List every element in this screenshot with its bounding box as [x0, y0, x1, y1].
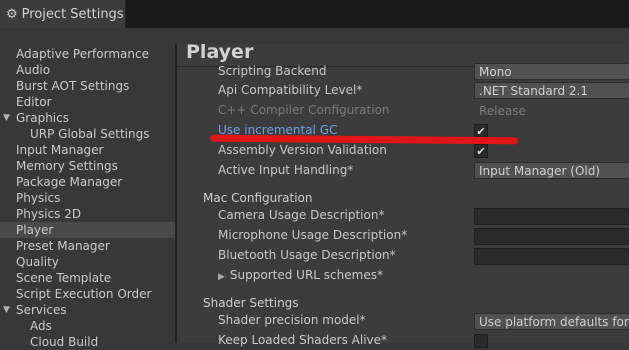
sidebar-item-label: Memory Settings — [16, 159, 118, 173]
sidebar-item-cloud-build[interactable]: Cloud Build — [0, 334, 175, 350]
sidebar-item-label: Input Manager — [16, 143, 104, 157]
keep-loaded-shaders-label: Keep Loaded Shaders Alive* — [218, 333, 388, 347]
sidebar-item-label: Graphics — [16, 111, 69, 125]
sidebar-item-quality[interactable]: Quality — [0, 254, 175, 270]
sidebar-item-player[interactable]: Player — [0, 222, 175, 238]
sidebar-item-physics-2d[interactable]: Physics 2D — [0, 206, 175, 222]
sidebar-item-adaptive-performance[interactable]: Adaptive Performance — [0, 46, 175, 62]
tab-title: Project Settings — [21, 6, 124, 22]
microphone-usage-input[interactable] — [474, 228, 629, 245]
page-title: Player — [186, 41, 254, 63]
sidebar-item-label: Burst AOT Settings — [16, 79, 130, 93]
sidebar-item-editor[interactable]: Editor — [0, 94, 175, 110]
scripting-backend-dropdown[interactable]: Mono — [474, 63, 629, 80]
bluetooth-usage-label: Bluetooth Usage Description* — [218, 248, 396, 262]
sidebar-item-audio[interactable]: Audio — [0, 62, 175, 78]
fold-down-icon[interactable]: ▼ — [3, 302, 10, 318]
sidebar-item-package-manager[interactable]: Package Manager — [0, 174, 175, 190]
chevron-right-icon: ▶ — [218, 272, 225, 282]
sidebar-item-graphics[interactable]: ▼ Graphics — [0, 110, 175, 126]
sidebar-item-label: Ads — [30, 319, 52, 333]
shader-precision-dropdown[interactable]: Use platform defaults for sampler — [474, 313, 629, 330]
mac-config-heading: Mac Configuration — [203, 191, 313, 205]
api-compat-dropdown[interactable]: .NET Standard 2.1 — [474, 82, 629, 99]
sidebar-item-label: Scene Template — [16, 271, 112, 285]
assembly-validation-label: Assembly Version Validation — [218, 143, 387, 157]
toolbar-area — [0, 28, 629, 44]
microphone-usage-label: Microphone Usage Description* — [218, 228, 408, 242]
sidebar-item-ads[interactable]: Ads — [0, 318, 175, 334]
incremental-gc-checkbox[interactable]: ✔ — [474, 124, 488, 138]
project-settings-tab[interactable]: ⚙ Project Settings — [0, 0, 126, 28]
sidebar-item-memory-settings[interactable]: Memory Settings — [0, 158, 175, 174]
bluetooth-usage-input[interactable] — [474, 248, 629, 265]
api-compat-label: Api Compatibility Level* — [218, 83, 363, 97]
assembly-validation-checkbox[interactable]: ✔ — [474, 144, 488, 158]
sidebar-item-label: Preset Manager — [16, 239, 110, 253]
sidebar-item-label: Physics — [16, 191, 61, 205]
gear-icon: ⚙ — [6, 6, 18, 22]
sidebar-item-services[interactable]: ▼ Services — [0, 302, 175, 318]
scripting-backend-label: Scripting Backend — [218, 64, 327, 78]
sidebar-item-physics[interactable]: Physics — [0, 190, 175, 206]
cpp-config-label: C++ Compiler Configuration — [218, 103, 390, 117]
camera-usage-label: Camera Usage Description* — [218, 208, 385, 222]
camera-usage-input[interactable] — [474, 208, 629, 225]
input-handling-dropdown[interactable]: Input Manager (Old) — [474, 162, 629, 179]
sidebar-item-script-execution-order[interactable]: Script Execution Order — [0, 286, 175, 302]
shader-precision-label: Shader precision model* — [218, 313, 366, 327]
sidebar-item-scene-template[interactable]: Scene Template — [0, 270, 175, 286]
sidebar-item-label: URP Global Settings — [30, 127, 150, 141]
sidebar-item-label: Package Manager — [16, 175, 123, 189]
sidebar-item-label: Script Execution Order — [16, 287, 152, 301]
sidebar-item-label: Services — [16, 303, 67, 317]
sidebar-item-label: Audio — [16, 63, 51, 77]
sidebar-item-label: Player — [16, 223, 54, 237]
url-schemes-label: Supported URL schemes* — [229, 268, 383, 282]
url-schemes-foldout[interactable]: ▶ Supported URL schemes* — [218, 266, 383, 285]
sidebar-item-label: Cloud Build — [30, 335, 99, 349]
sidebar-item-input-manager[interactable]: Input Manager — [0, 142, 175, 158]
keep-loaded-shaders-checkbox[interactable] — [474, 334, 488, 348]
shader-settings-heading: Shader Settings — [203, 296, 299, 310]
sidebar-item-preset-manager[interactable]: Preset Manager — [0, 238, 175, 254]
sidebar-item-label: Physics 2D — [16, 207, 82, 221]
sidebar-item-label: Adaptive Performance — [16, 47, 149, 61]
fold-down-icon[interactable]: ▼ — [3, 110, 10, 126]
sidebar-item-label: Editor — [16, 95, 52, 109]
sidebar-item-label: Quality — [16, 255, 59, 269]
sidebar-item-burst-aot[interactable]: Burst AOT Settings — [0, 78, 175, 94]
sidebar-item-urp-global[interactable]: URP Global Settings — [0, 126, 175, 142]
cpp-config-dropdown: Release — [474, 102, 629, 119]
input-handling-label: Active Input Handling* — [218, 163, 354, 177]
